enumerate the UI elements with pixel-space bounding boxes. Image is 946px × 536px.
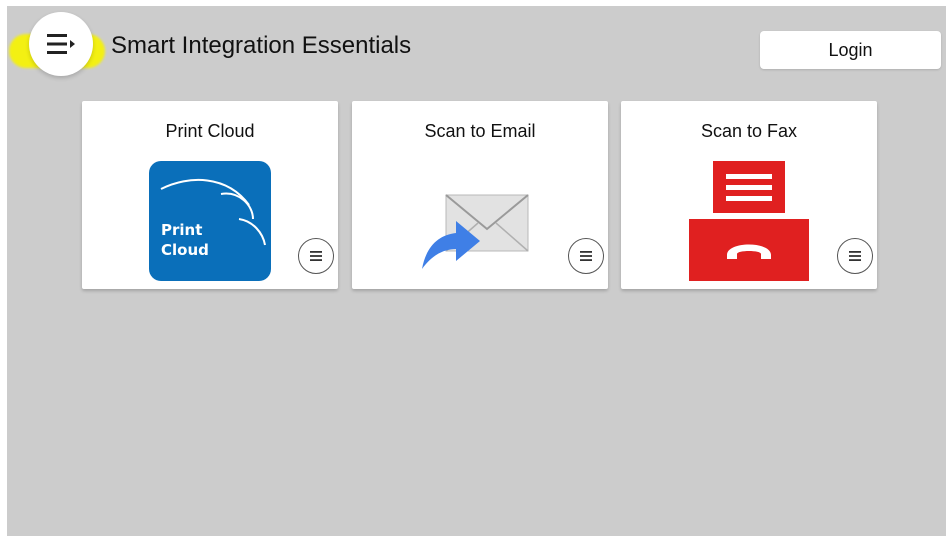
options-menu-icon (310, 251, 322, 261)
hamburger-menu-icon (47, 34, 75, 54)
options-menu-icon (849, 251, 861, 261)
logo-text-cloud: Cloud (161, 241, 209, 259)
login-button[interactable]: Login (760, 31, 941, 69)
tile-label: Scan to Fax (700, 121, 798, 141)
tile-label: Scan to Email (424, 121, 536, 141)
tile-print-cloud[interactable]: Print Cloud Print Cloud (82, 101, 338, 289)
tile-scan-to-fax[interactable]: Scan to Fax (621, 101, 877, 289)
options-menu-icon (580, 251, 592, 261)
tile-options-button[interactable] (298, 238, 334, 274)
main-menu-button[interactable] (29, 12, 93, 76)
print-cloud-logo-icon: Print Cloud (149, 161, 271, 281)
fax-icon (689, 161, 809, 281)
app-screen: Smart Integration Essentials Login Print… (7, 6, 946, 536)
app-title: Smart Integration Essentials (111, 32, 412, 59)
tile-scan-to-email[interactable]: Scan to Email (352, 101, 608, 289)
tile-options-button[interactable] (837, 238, 873, 274)
envelope-forward-icon (422, 194, 529, 269)
tile-options-button[interactable] (568, 238, 604, 274)
logo-text-print: Print (161, 221, 202, 239)
tile-label: Print Cloud (165, 121, 255, 141)
